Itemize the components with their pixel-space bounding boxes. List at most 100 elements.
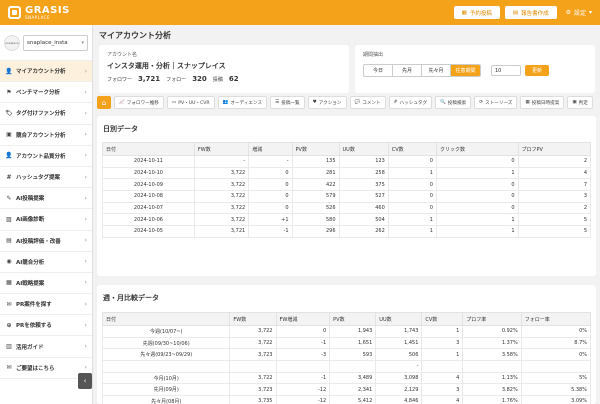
table-row: 今月(10月) 3,722 -1 3,489 3,098 4 1.13% 5% [101,371,592,385]
sidebar-item[interactable]: 👤 アカウント品質分析 › [0,146,92,167]
table-cell: 5 [517,213,592,227]
account-select[interactable]: snaplace_insta ▾ [23,34,88,51]
table-cell: 3,722 [229,371,277,385]
tab-10[interactable]: ▣ 判定 [567,96,593,109]
table-cell: 3 [517,190,592,203]
chevron-right-icon: › [84,88,87,96]
date-input[interactable]: 10 [491,65,521,76]
sidebar-item[interactable]: ▤ AI投稿評価・改善 › [0,231,92,252]
sidebar-item[interactable]: ◉ AI競合分析 › [0,252,92,273]
tab-4[interactable]: ♥ アクション [307,96,347,109]
table-cell: 0 [248,201,293,215]
chevron-right-icon: › [84,237,87,245]
table-cell: 0 [435,155,519,168]
table-cell: 135 [291,155,340,168]
sidebar-item-label: ベンチマーク分析 [16,90,61,97]
table-cell: 579 [291,190,340,203]
table-cell: 0 [275,325,331,338]
sidebar-item[interactable]: ⚑ ベンチマーク分析 › [0,82,92,104]
tab-9[interactable]: ▦ 投稿日時提案 [520,96,565,109]
home-tab[interactable]: ⌂ [97,96,111,109]
user-icon: 👤 [5,67,13,75]
tab-7[interactable]: 🔍 投稿検索 [435,96,472,109]
logo-sub-text: SNAPLACE [25,14,50,20]
tab-0[interactable]: 📈 フォロワー推移 [114,96,164,109]
table-row: 2024-10-10 3,722 0 281 258 1 1 4 [102,166,592,180]
logo-main-text: GRASIS [25,4,70,16]
sidebar-item-label: AI投稿提案 [16,196,45,203]
sidebar-item[interactable]: 🏷 タグ付けファン分析 › [0,103,92,125]
table-cell: 1,451 [375,336,423,350]
following-count: 320 [192,75,207,83]
sidebar-item[interactable]: ⊕ PRを依頼する › [0,315,92,337]
tab-2[interactable]: 👥 オーディエンス [217,96,268,109]
table-cell: 0 [387,201,437,215]
table-cell [329,360,377,373]
tab-label: ストーリーズ [485,100,513,106]
chart-icon: ▤ [6,237,12,245]
table-cell: 0 [248,178,293,192]
table-cell: -1 [248,225,293,238]
table-row: 2024-10-08 3,722 0 579 527 0 0 3 [102,190,592,203]
account-name: インスタ運用・分析｜スナップレイス [107,62,226,70]
table-row: 2024-10-06 3,722 +1 580 504 1 1 5 [102,213,592,227]
table-row: 今週(10/07~) 3,722 0 1,943 1,743 1 0.92% 0% [101,325,592,338]
sidebar-item[interactable]: ▦ AI戦略提案 › [0,273,92,295]
schedule-post-button[interactable]: ▦ 予約投稿 [453,6,500,19]
update-button[interactable]: 更新 [525,65,550,76]
table-cell: 0 [435,190,519,203]
table-cell: 1 [387,166,437,180]
period-option[interactable]: 先月 [393,65,422,76]
create-report-button[interactable]: ▤ 報告書作成 [504,6,557,19]
chevron-right-icon: › [84,321,87,329]
tab-label: アクション [318,100,342,106]
sidebar-item[interactable]: ✉ PR案件を探す › [0,294,92,316]
table-cell: 3,723 [229,383,277,397]
table-cell: 123 [338,155,389,168]
table-cell: 593 [329,348,377,362]
logo[interactable]: GRASIS SNAPLACE [8,4,70,20]
settings-button[interactable]: ⚙ 設定 ▾ [566,8,592,17]
table-cell: - [248,155,293,168]
column-header: CV数 [387,142,437,156]
sidebar-item[interactable]: ▥ 活用ガイド › [0,336,92,358]
tab-label: コメント [362,100,381,106]
column-header: PV数 [329,312,377,326]
table-cell: 4 [421,395,464,404]
weekly-monthly-table: 日付 FW数 FW増減 PV数 UU数 CV数 プロフ率 フォロー率 今週(10/07~) 3,… [101,312,592,404]
tab-label: 投稿日時提案 [531,100,560,106]
sidebar-item-label: 競合アカウント分析 [16,132,66,139]
period-option[interactable]: 先々月 [422,65,451,76]
home-icon: ⌂ [101,98,107,107]
tab-3[interactable]: ☰ 投稿一覧 [270,96,305,109]
column-header: 日付 [102,142,195,156]
table-cell: - [375,360,423,373]
tab-5[interactable]: 💬 コメント [349,96,386,109]
top-header: GRASIS SNAPLACE ▦ 予約投稿 ▤ 報告書作成 ⚙ 設定 ▾ [0,0,600,25]
sidebar-item[interactable]: # ハッシュタグ提案 › [0,167,92,189]
table-row: 先週(09/30~10/06) 3,722 -1 1,651 1,451 3 1.37% 8.… [101,336,592,350]
calendar-icon: ▦ [525,100,530,105]
period-option[interactable]: 任意期間 [451,65,480,76]
tab-6[interactable]: # ハッシュタグ [388,96,433,109]
sidebar-item[interactable]: ▨ AI画像診断 › [0,209,92,231]
column-header: FW数 [229,312,277,326]
table-cell: 262 [338,225,389,238]
tab-8[interactable]: ⟳ ストーリーズ [474,96,518,109]
table-cell: 3,723 [229,348,277,362]
tab-1[interactable]: ▭ PV・UU・CVR [166,96,215,109]
collapse-sidebar-button[interactable]: ‹ [78,373,92,389]
table-cell: 4,846 [375,395,423,404]
period-option[interactable]: 今日 [364,65,393,76]
sidebar-item[interactable]: ▣ 競合アカウント分析 › [0,125,92,146]
chevron-right-icon: › [84,109,87,117]
sidebar-item[interactable]: ✎ AI投稿提案 › [0,188,92,210]
avatar: snaplace [4,34,20,51]
column-header: CV数 [421,312,464,326]
period-label: 期間抽出 [363,52,384,58]
table-cell: 2 [517,155,592,168]
column-header: UU数 [375,312,423,326]
weekly-monthly-card: 週・月比較データ 日付 FW数 FW増減 PV数 UU数 CV数 プロフ率 フォロー率 今週(… [97,285,596,404]
weekly-monthly-title: 週・月比較データ [103,294,159,302]
sidebar-item[interactable]: 👤 マイアカウント分析 › [0,61,92,83]
